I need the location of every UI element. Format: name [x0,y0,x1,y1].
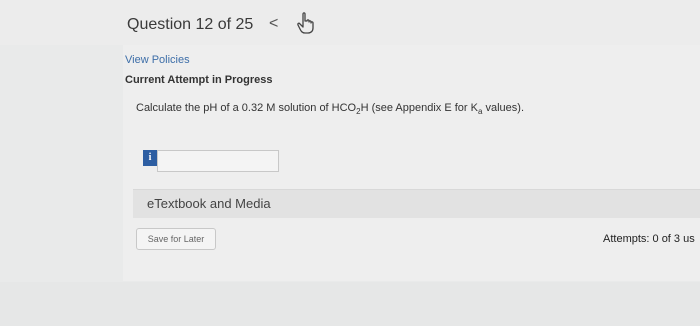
hand-pointer-icon[interactable] [295,11,317,35]
footer-area [0,282,700,326]
previous-question-icon[interactable]: < [269,15,278,33]
question-counter: Question 12 of 25 [127,16,254,33]
question-text: Calculate the pH of a 0.32 M solution of… [136,102,524,116]
save-for-later-button[interactable]: Save for Later [136,228,216,250]
view-policies-link[interactable]: View Policies [125,54,190,66]
attempt-status: Current Attempt in Progress [125,74,273,86]
etextbook-link[interactable]: eTextbook and Media [147,196,271,211]
attempts-counter: Attempts: 0 of 3 us [603,233,695,245]
question-text-part: values). [482,102,525,114]
question-header [0,0,700,45]
info-icon[interactable]: i [143,150,157,166]
question-text-part: H (see Appendix E for K [360,102,478,114]
answer-input[interactable] [157,150,279,172]
question-text-part: Calculate the pH of a 0.32 M solution of… [136,102,357,114]
